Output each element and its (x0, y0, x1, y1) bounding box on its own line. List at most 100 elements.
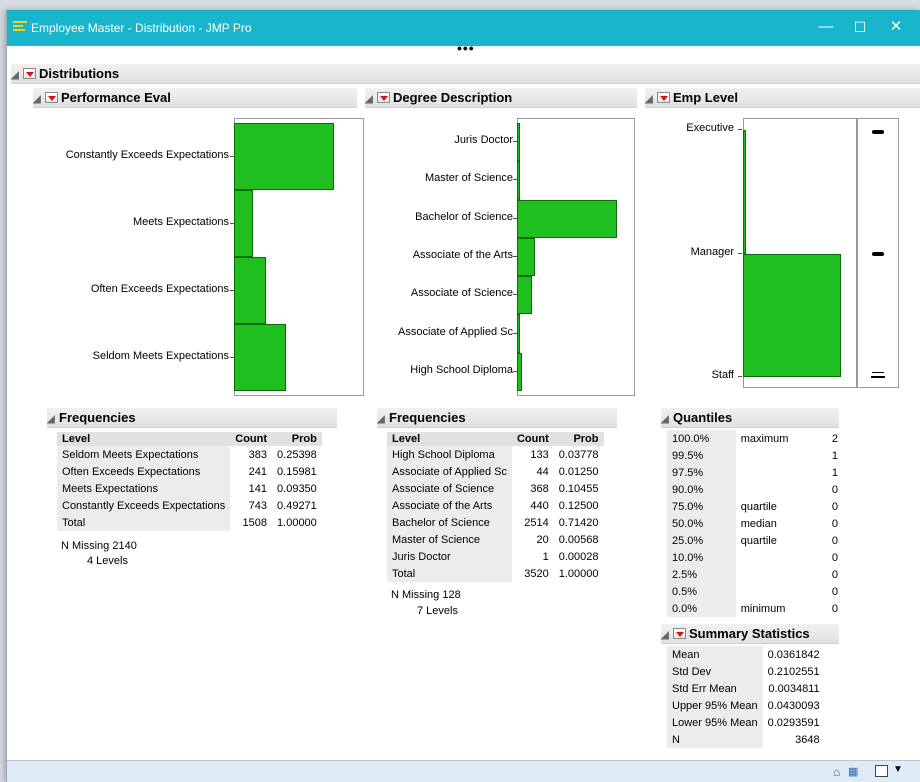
degree-description-axis-tick (513, 179, 517, 181)
degree-description-title: Degree Description (393, 90, 513, 105)
degree-description-level-label: Associate of the Arts (412, 249, 513, 261)
degree-description-bar[interactable] (517, 237, 535, 277)
degree-description-histogram[interactable] (517, 118, 635, 396)
statistic-value-cell: 0.2102551 (767, 665, 820, 678)
level-cell: Associate of Science (387, 480, 512, 497)
emp-level-level-label: Manager (690, 246, 734, 258)
collapse-triangle-icon[interactable]: ◢ (377, 410, 387, 430)
emp-level-bar[interactable] (743, 130, 746, 254)
level-cell: Total (57, 514, 231, 531)
emp-level-bar[interactable] (743, 254, 841, 377)
collapse-triangle-icon[interactable]: ◢ (365, 90, 375, 110)
collapse-triangle-icon[interactable]: ◢ (661, 410, 671, 430)
statistic-value-cell: 3648 (795, 733, 820, 746)
maximize-button[interactable]: ☐ (845, 16, 875, 38)
performance-eval-histogram[interactable] (234, 118, 364, 396)
level-cell: Juris Doctor (387, 548, 512, 565)
collapse-triangle-icon[interactable]: ◢ (11, 66, 21, 86)
count-cell: 3520 (524, 567, 549, 580)
box-plot-median-line (872, 372, 884, 373)
performance-eval-bar[interactable] (234, 123, 334, 190)
collapse-triangle-icon[interactable]: ◢ (661, 626, 671, 646)
more-options-icon[interactable]: ••• (457, 40, 475, 56)
quantile-percent-cell: 99.5% (667, 447, 736, 464)
box-plot-manager-marker (872, 252, 884, 256)
dropdown-icon[interactable]: ▼ (893, 764, 903, 775)
perf-frequencies-title: Frequencies (59, 410, 136, 425)
table-row: 99.5% 1 (667, 447, 843, 464)
quantile-name-cell (736, 549, 820, 566)
count-cell: 440 (530, 499, 549, 512)
red-triangle-menu-icon[interactable] (23, 68, 36, 79)
quantile-value-cell: 0 (831, 500, 838, 513)
quantile-value-cell: 0 (831, 517, 838, 530)
performance-eval-axis-tick (230, 222, 234, 224)
red-triangle-menu-icon[interactable] (673, 628, 686, 639)
count-cell: 368 (530, 482, 549, 495)
level-cell: Master of Science (387, 531, 512, 548)
minimize-button[interactable]: — (811, 16, 841, 38)
degree-frequencies-column-header[interactable]: Count (511, 432, 554, 446)
perf-frequencies-column-header[interactable]: Level (57, 432, 231, 446)
count-cell: 743 (248, 499, 268, 512)
collapse-triangle-icon[interactable]: ◢ (47, 410, 57, 430)
degree-description-axis-tick (513, 217, 517, 219)
performance-eval-level-label: Seldom Meets Expectations (92, 349, 229, 362)
degree-description-axis-tick (513, 141, 517, 143)
degree-description-bar[interactable] (517, 161, 520, 200)
degree-description-axis-tick (513, 332, 517, 334)
quantile-name-cell: quartile (740, 534, 777, 547)
red-triangle-menu-icon[interactable] (377, 92, 390, 103)
table-row: 50.0% median 0 (667, 515, 843, 532)
degree-description-bar[interactable] (517, 276, 532, 315)
emp-level-box-plot[interactable] (857, 118, 899, 388)
degree-description-bar[interactable] (517, 199, 617, 238)
table-row: 0.0% minimum 0 (667, 600, 843, 617)
perf-frequencies-column-header[interactable]: Prob (272, 432, 322, 446)
performance-eval-header[interactable]: ◢ Performance Eval (33, 88, 357, 108)
degree-description-header[interactable]: ◢ Degree Description (365, 88, 637, 108)
count-cell: 141 (248, 482, 268, 495)
quantile-name-cell: maximum (740, 432, 789, 445)
statistic-name-cell: Mean (667, 646, 763, 663)
distributions-header[interactable]: ◢ Distributions (11, 64, 920, 84)
table-row: Juris Doctor 1 0.00028 (387, 548, 604, 565)
table-row: Std Dev 0.2102551 (667, 663, 825, 680)
performance-eval-bar[interactable] (234, 324, 286, 391)
degree-description-bar[interactable] (517, 314, 520, 353)
performance-eval-bar[interactable] (234, 190, 253, 257)
degree-frequencies-column-header[interactable]: Prob (553, 432, 604, 446)
performance-eval-bar[interactable] (234, 257, 267, 324)
level-cell: Bachelor of Science (387, 514, 512, 531)
degree-n-missing: N Missing 128 (391, 589, 461, 601)
summary-statistics-header[interactable]: ◢ Summary Statistics (661, 624, 839, 644)
degree-description-bar[interactable] (517, 123, 520, 162)
emp-level-histogram[interactable] (743, 118, 857, 388)
checkbox-icon[interactable] (875, 765, 888, 777)
degree-description-bar[interactable] (517, 352, 523, 391)
table-row: Upper 95% Mean 0.0430093 (667, 697, 825, 714)
close-button[interactable]: ✕ (881, 16, 911, 38)
red-triangle-menu-icon[interactable] (657, 92, 670, 103)
box-plot-quartile-line (871, 376, 885, 378)
degree-frequencies-column-header[interactable]: Level (387, 432, 512, 446)
perf-frequencies-header[interactable]: ◢ Frequencies (47, 408, 337, 428)
emp-level-header[interactable]: ◢ Emp Level (645, 88, 920, 108)
jmp-window: Employee Master - Distribution - JMP Pro… (6, 10, 920, 782)
quantile-percent-cell: 75.0% (667, 498, 736, 515)
table-row: Total 1508 1.00000 (57, 514, 322, 531)
table-row: Often Exceeds Expectations 241 0.15981 (57, 463, 322, 480)
collapse-triangle-icon[interactable]: ◢ (645, 90, 655, 110)
quantiles-header[interactable]: ◢ Quantiles (661, 408, 839, 428)
statistic-value-cell: 0.0293591 (767, 716, 820, 729)
level-cell: Associate of Applied Sc (387, 463, 512, 480)
degree-frequencies-header[interactable]: ◢ Frequencies (377, 408, 617, 428)
perf-frequencies-column-header[interactable]: Count (230, 432, 273, 446)
red-triangle-menu-icon[interactable] (45, 92, 58, 103)
collapse-triangle-icon[interactable]: ◢ (33, 90, 43, 110)
table-icon[interactable]: ▦ (848, 765, 858, 778)
home-icon[interactable]: ⌂ (833, 765, 840, 779)
degree-description-axis-tick (513, 294, 517, 296)
quantile-value-cell: 0 (831, 551, 838, 564)
prob-cell: 0.01250 (558, 465, 599, 478)
